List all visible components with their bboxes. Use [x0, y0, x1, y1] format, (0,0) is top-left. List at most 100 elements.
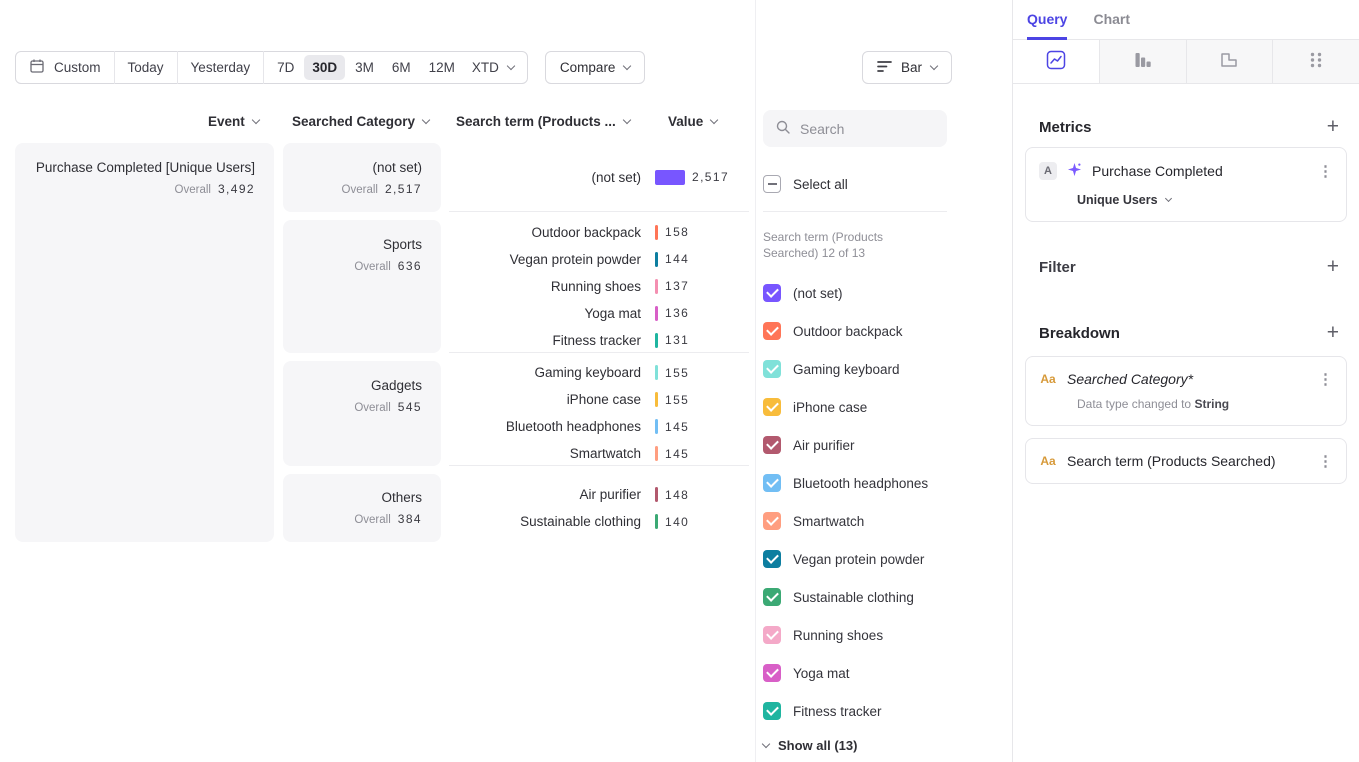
category-name: Gadgets	[371, 378, 422, 393]
tab-insights[interactable]	[1013, 40, 1100, 83]
overall-label: Overall	[354, 261, 390, 273]
tab-chart[interactable]: Chart	[1093, 0, 1130, 40]
term-row[interactable]: Smartwatch145	[449, 440, 749, 467]
column-header-event[interactable]: Event	[208, 114, 259, 129]
term-row[interactable]: Yoga mat136	[449, 300, 749, 327]
category-cell[interactable]: OthersOverall384	[283, 474, 441, 542]
breakdown-card[interactable]: Aa Searched Category* ⋮ Data type change…	[1025, 356, 1347, 426]
filter-item[interactable]: Air purifier	[763, 426, 1012, 464]
category-overall-value: 636	[398, 259, 422, 273]
today-label: Today	[128, 60, 164, 75]
filter-item[interactable]: Bluetooth headphones	[763, 464, 1012, 502]
range-3m[interactable]: 3M	[347, 55, 382, 80]
filter-item[interactable]: Sustainable clothing	[763, 578, 1012, 616]
add-breakdown-button[interactable]: +	[1327, 324, 1339, 342]
filter-title: Filter	[1039, 259, 1076, 276]
filter-item[interactable]: (not set)	[763, 274, 1012, 312]
show-all-button[interactable]: Show all (13)	[763, 738, 1012, 753]
range-30d[interactable]: 30D	[304, 55, 345, 80]
select-all-label: Select all	[793, 177, 848, 192]
term-row[interactable]: Sustainable clothing140	[449, 508, 749, 535]
breakdown-menu-button[interactable]: ⋮	[1318, 454, 1333, 469]
yesterday-button[interactable]: Yesterday	[178, 52, 264, 83]
column-header-term[interactable]: Search term (Products ...	[456, 114, 630, 129]
filter-item[interactable]: Outdoor backpack	[763, 312, 1012, 350]
checkbox[interactable]	[763, 284, 781, 302]
checkbox[interactable]	[763, 626, 781, 644]
term-row[interactable]: Fitness tracker131	[449, 327, 749, 354]
measure-selector[interactable]: Unique Users	[1077, 193, 1333, 207]
checkbox[interactable]	[763, 512, 781, 530]
term-row[interactable]: iPhone case155	[449, 386, 749, 413]
filter-item-label: Vegan protein powder	[793, 552, 924, 567]
search-input[interactable]	[800, 121, 930, 137]
column-header-value[interactable]: Value	[668, 114, 717, 129]
legend-search-box[interactable]	[763, 110, 947, 147]
term-row[interactable]: Bluetooth headphones145	[449, 413, 749, 440]
select-all-checkbox[interactable]	[763, 175, 781, 193]
select-all-row[interactable]: Select all	[763, 170, 1012, 198]
breakdown-card[interactable]: Aa Search term (Products Searched) ⋮	[1025, 438, 1347, 484]
xtd-button[interactable]: XTD	[468, 52, 527, 83]
overall-label: Overall	[354, 402, 390, 414]
term-row[interactable]: Running shoes137	[449, 273, 749, 300]
value-bar	[655, 514, 658, 529]
filter-item[interactable]: iPhone case	[763, 388, 1012, 426]
term-row[interactable]: Air purifier148	[449, 481, 749, 508]
calendar-icon	[29, 58, 45, 77]
filter-item[interactable]: Smartwatch	[763, 502, 1012, 540]
range-12m[interactable]: 12M	[421, 55, 463, 80]
breakdown-label: Searched Category*	[1067, 371, 1308, 387]
term-label: Vegan protein powder	[449, 252, 641, 267]
add-filter-button[interactable]: +	[1327, 258, 1339, 276]
category-cell[interactable]: GadgetsOverall545	[283, 361, 441, 466]
checkbox[interactable]	[763, 664, 781, 682]
checkbox[interactable]	[763, 436, 781, 454]
category-cell[interactable]: (not set)Overall2,517	[283, 143, 441, 212]
tab-query[interactable]: Query	[1027, 0, 1067, 40]
term-row[interactable]: (not set)2,517	[449, 164, 749, 191]
checkbox[interactable]	[763, 322, 781, 340]
metric-card[interactable]: A Purchase Completed ⋮ Unique Users	[1025, 147, 1347, 222]
value-bar	[655, 225, 658, 240]
flows-dots-icon	[1306, 50, 1326, 73]
range-6m[interactable]: 6M	[384, 55, 419, 80]
range-7d[interactable]: 7D	[269, 55, 302, 80]
checkbox[interactable]	[763, 588, 781, 606]
value-bar	[655, 279, 658, 294]
term-row[interactable]: Vegan protein powder144	[449, 246, 749, 273]
header-label: Event	[208, 114, 245, 129]
filter-section-header: Filter +	[1039, 258, 1339, 276]
term-label: Bluetooth headphones	[449, 419, 641, 434]
filter-item-label: Gaming keyboard	[793, 362, 900, 377]
metric-menu-button[interactable]: ⋮	[1318, 164, 1333, 179]
filter-item[interactable]: Fitness tracker	[763, 692, 1012, 730]
value-label: 136	[665, 306, 689, 320]
category-cell[interactable]: SportsOverall636	[283, 220, 441, 353]
compare-button[interactable]: Compare	[545, 51, 646, 84]
checkbox[interactable]	[763, 474, 781, 492]
event-cell[interactable]: Purchase Completed [Unique Users] Overal…	[15, 143, 274, 542]
term-row[interactable]: Outdoor backpack158	[449, 219, 749, 246]
filter-item[interactable]: Gaming keyboard	[763, 350, 1012, 388]
filter-item[interactable]: Vegan protein powder	[763, 540, 1012, 578]
insights-chart-icon	[1046, 50, 1066, 73]
filter-item[interactable]: Running shoes	[763, 616, 1012, 654]
checkbox[interactable]	[763, 550, 781, 568]
breakdown-menu-button[interactable]: ⋮	[1318, 372, 1333, 387]
column-header-category[interactable]: Searched Category	[292, 114, 429, 129]
tab-flows[interactable]	[1273, 40, 1359, 83]
term-row[interactable]: Gaming keyboard155	[449, 359, 749, 386]
filter-item-label: Running shoes	[793, 628, 883, 643]
tab-retention[interactable]	[1187, 40, 1274, 83]
today-button[interactable]: Today	[115, 52, 177, 83]
checkbox[interactable]	[763, 702, 781, 720]
xtd-label: XTD	[472, 60, 499, 75]
checkbox[interactable]	[763, 398, 781, 416]
custom-date-button[interactable]: Custom	[16, 52, 114, 83]
add-metric-button[interactable]: +	[1327, 118, 1339, 136]
tab-funnels[interactable]	[1100, 40, 1187, 83]
checkbox[interactable]	[763, 360, 781, 378]
term-label: Fitness tracker	[449, 333, 641, 348]
filter-item[interactable]: Yoga mat	[763, 654, 1012, 692]
